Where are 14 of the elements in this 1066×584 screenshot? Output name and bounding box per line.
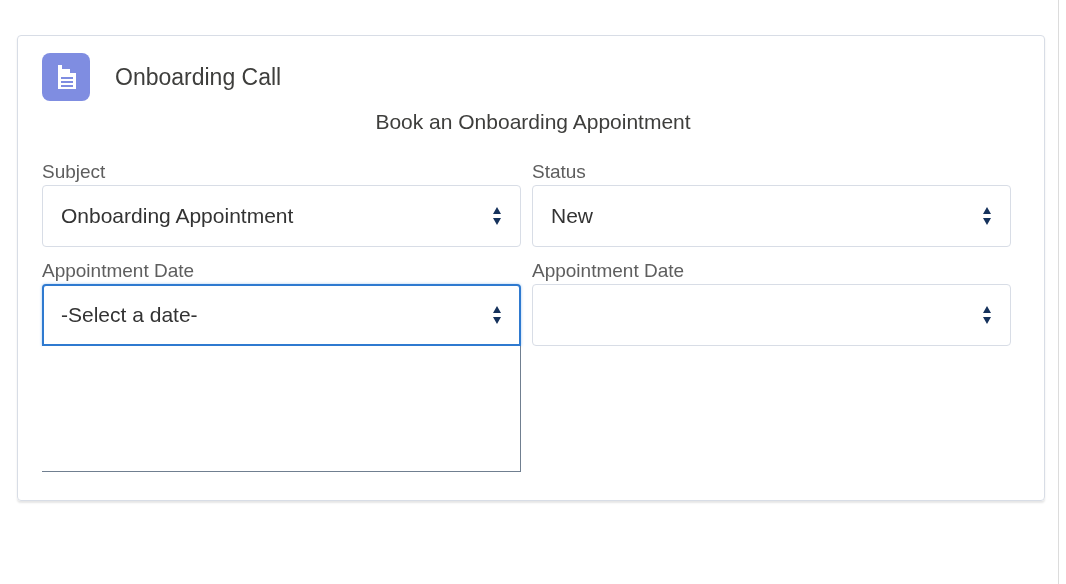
- form-heading: Book an Onboarding Appointment: [374, 110, 692, 134]
- sort-caret-icon: [492, 305, 502, 325]
- select-field[interactable]: New: [532, 185, 1011, 247]
- field-label: Subject: [42, 161, 107, 184]
- sort-caret-icon: [492, 206, 502, 226]
- card-title: Onboarding Call: [115, 63, 282, 91]
- select-field[interactable]: -Select a date-: [42, 284, 521, 346]
- sort-caret-icon: [982, 305, 992, 325]
- select-field[interactable]: Onboarding Appointment: [42, 185, 521, 247]
- field-label: Appointment Date: [532, 260, 686, 283]
- select-field[interactable]: [532, 284, 1011, 346]
- field-label: Appointment Date: [42, 260, 196, 283]
- field-label: Status: [532, 161, 587, 184]
- sort-caret-icon: [982, 206, 992, 226]
